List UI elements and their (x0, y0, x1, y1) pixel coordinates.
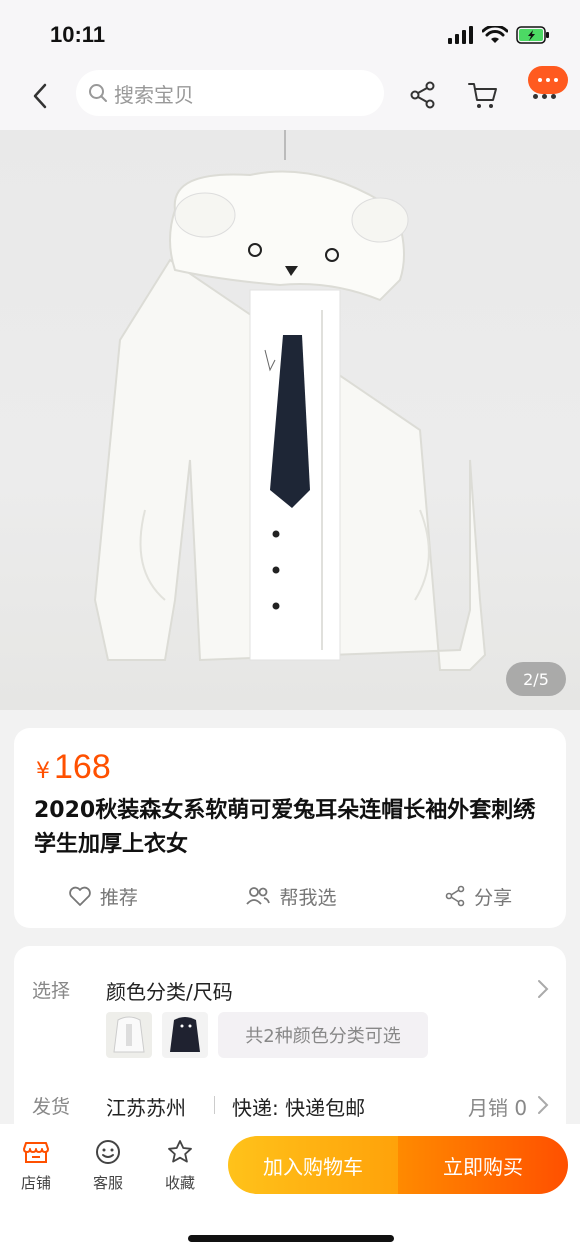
product-info-card: ¥ 168 2020秋装森女系软萌可爱兔耳朵连帽长袖外套刺绣学生加厚上衣女 推荐… (14, 728, 566, 928)
share-label: 分享 (474, 886, 513, 909)
express-info: 快递: 快递包邮 (232, 1096, 366, 1120)
select-value[interactable]: 颜色分类/尺码 (106, 976, 233, 1005)
options-card: 选择 颜色分类/尺码 共2种颜色分类可选 发货 江苏苏州 快递: 快递包邮 月销… (14, 946, 566, 1136)
monthly-sales: 月销 0 (468, 1096, 528, 1120)
select-label: 选择 (32, 980, 71, 1002)
signal-icon (448, 26, 473, 44)
favorite-tab[interactable]: 收藏 (152, 1138, 208, 1193)
store-label: 店铺 (20, 1174, 51, 1192)
help-choose-label: 帮我选 (279, 886, 337, 909)
wifi-icon (482, 26, 508, 43)
divider (214, 1096, 215, 1114)
bottom-action-bar: 店铺 客服 收藏 加入购物车 立即购买 (0, 1124, 580, 1255)
battery-icon (516, 26, 549, 44)
status-bar: 10:11 (0, 0, 580, 66)
status-icons (448, 26, 550, 44)
product-title: 2020秋装森女系软萌可爱兔耳朵连帽长袖外套刺绣学生加厚上衣女 (34, 798, 536, 857)
white-jacket-thumbnail (113, 1016, 145, 1053)
store-icon (23, 1142, 49, 1163)
product-image[interactable]: 2/5 (0, 130, 580, 710)
chevron-left-icon (33, 83, 47, 109)
customer-service-tab[interactable]: 客服 (80, 1138, 136, 1193)
product-photo (93, 130, 487, 671)
status-time: 10:11 (50, 22, 106, 47)
recommend-label: 推荐 (99, 886, 138, 909)
price: ¥ 168 (36, 748, 111, 787)
heart-icon (69, 886, 91, 906)
black-jacket-thumbnail (170, 1017, 200, 1052)
back-button[interactable] (22, 78, 58, 114)
image-counter: 2/5 (506, 662, 566, 696)
search-placeholder: 搜索宝贝 (114, 82, 194, 107)
more-icon[interactable] (533, 94, 556, 99)
home-indicator (188, 1235, 394, 1242)
price-value: 168 (54, 748, 111, 786)
chevron-right-icon[interactable] (536, 978, 550, 1000)
price-currency: ¥ (36, 759, 50, 784)
share-button[interactable] (406, 78, 440, 112)
customer-service-icon (96, 1140, 120, 1164)
cart-icon (468, 83, 497, 108)
star-icon (168, 1140, 192, 1163)
share-icon (445, 885, 465, 907)
color-thumb-black[interactable] (162, 1012, 208, 1058)
favorite-label: 收藏 (164, 1174, 195, 1192)
cart-button[interactable] (466, 78, 500, 112)
search-icon (89, 84, 107, 102)
buy-now-button[interactable]: 立即购买 (398, 1136, 568, 1194)
ship-from: 江苏苏州 (106, 1096, 186, 1120)
color-options-pill[interactable]: 共2种颜色分类可选 (218, 1012, 428, 1058)
help-choose-button[interactable]: 帮我选 (245, 883, 336, 910)
color-thumb-white[interactable] (106, 1012, 152, 1058)
people-icon (246, 887, 271, 905)
chevron-right-icon[interactable] (536, 1094, 550, 1116)
message-badge[interactable] (528, 66, 568, 94)
recommend-button[interactable]: 推荐 (68, 883, 138, 910)
share-action-button[interactable]: 分享 (444, 883, 512, 910)
ship-label: 发货 (32, 1096, 71, 1118)
share-icon (410, 81, 435, 109)
action-row: 推荐 帮我选 分享 (14, 878, 566, 914)
store-tab[interactable]: 店铺 (8, 1138, 64, 1193)
search-input[interactable]: 搜索宝贝 (76, 70, 384, 116)
customer-service-label: 客服 (92, 1174, 123, 1192)
add-to-cart-button[interactable]: 加入购物车 (228, 1136, 398, 1194)
nav-bar: 搜索宝贝 (0, 66, 580, 130)
